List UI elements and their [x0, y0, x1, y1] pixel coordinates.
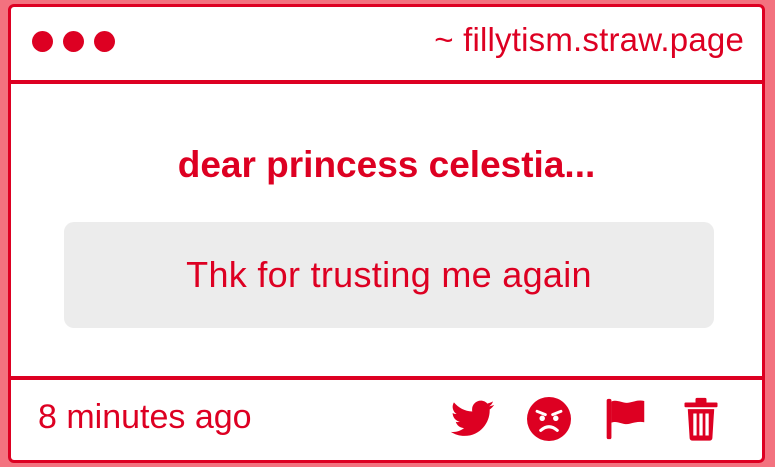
window-dot-icon[interactable] [32, 31, 53, 52]
note-content: dear princess celestia... Thk for trusti… [11, 84, 762, 382]
note-card: ~ fillytism.straw.page dear princess cel… [8, 4, 765, 463]
message-text: Thk for trusting me again [186, 254, 592, 295]
site-label[interactable]: ~ fillytism.straw.page [434, 21, 744, 59]
twitter-icon [451, 400, 495, 436]
react-angry-button[interactable] [526, 396, 572, 442]
page-title: dear princess celestia... [177, 144, 596, 185]
action-bar [450, 396, 724, 442]
delete-button[interactable] [678, 396, 724, 442]
report-button[interactable] [602, 396, 648, 442]
note-footer: 8 minutes ago [11, 376, 762, 460]
share-twitter-button[interactable] [450, 396, 496, 442]
message-box: Thk for trusting me again [64, 222, 714, 328]
trash-icon [684, 397, 718, 441]
window-titlebar: ~ fillytism.straw.page [11, 7, 762, 84]
flag-icon [606, 398, 645, 440]
angry-face-icon [527, 397, 571, 441]
window-dot-icon[interactable] [63, 31, 84, 52]
window-controls [32, 31, 115, 52]
window-dot-icon[interactable] [94, 31, 115, 52]
timestamp: 8 minutes ago [38, 398, 252, 436]
